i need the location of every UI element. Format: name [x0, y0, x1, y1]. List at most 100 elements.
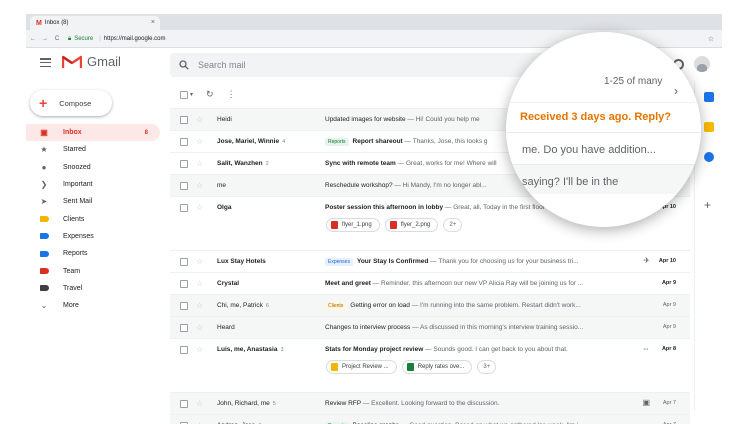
send-icon: ➤	[40, 197, 48, 207]
attachment-icon: ⇔	[642, 344, 650, 353]
email-row[interactable]: ☆ Lux Stay Hotels Expenses Your Stay Is Con…	[170, 250, 690, 272]
email-row[interactable]: ☆ Chi, me, Patrick 6 Clients Getting error o…	[170, 294, 690, 316]
row-checkbox[interactable]	[180, 257, 188, 266]
email-sender: Heidi	[217, 116, 325, 123]
sidebar-item-sent-mail[interactable]: ➤ Sent Mail	[26, 193, 160, 210]
row-checkbox[interactable]	[180, 345, 188, 354]
attachment-chip[interactable]: Reply rates ove...	[401, 360, 473, 374]
attachment-chip[interactable]: flyer_1.png	[326, 218, 380, 232]
row-checkbox[interactable]	[180, 115, 188, 124]
more-options-icon[interactable]: ⋮	[227, 89, 236, 100]
email-subject: Getting error on load	[350, 301, 410, 309]
tab-close-icon[interactable]: ×	[151, 19, 155, 26]
label-tag[interactable]: Expenses	[325, 257, 353, 266]
reply-nudge[interactable]: Received 3 days ago. Reply?	[520, 111, 671, 123]
sender-names: me	[217, 182, 227, 189]
sidebar-item-more[interactable]: ⌄ More	[26, 297, 160, 314]
inbox-icon: ▣	[40, 128, 48, 138]
sidebar-item-expenses[interactable]: Expenses	[26, 228, 160, 245]
snippet-separator: —	[361, 400, 372, 407]
attachment-chip[interactable]: 3+	[477, 360, 497, 374]
avatar[interactable]	[694, 56, 710, 72]
email-subject: Your Stay Is Confirmed	[356, 257, 429, 265]
snippet-separator: —	[428, 257, 439, 265]
star-icon[interactable]: ☆	[196, 345, 205, 354]
label-tag[interactable]: Clients	[325, 301, 347, 310]
sidebar-item-team[interactable]: Team	[26, 262, 160, 279]
calendar-icon: ▣	[642, 398, 650, 407]
sidebar-item-reports[interactable]: Reports	[26, 245, 160, 262]
sender-names: Salit, Wanzhen	[217, 160, 263, 167]
compose-button[interactable]: + Compose	[30, 90, 112, 116]
email-sender: Heard	[217, 324, 325, 331]
email-date: Apr 7	[662, 400, 676, 406]
forward-icon[interactable]: →	[40, 36, 50, 42]
snippet-separator: —	[410, 324, 421, 331]
main-menu-icon[interactable]	[40, 58, 51, 67]
email-row[interactable]: ☆ John, Richard, me 5 Review RFP — Excellen…	[170, 392, 690, 414]
plus-icon: +	[39, 95, 48, 111]
keep-icon[interactable]	[704, 122, 714, 132]
sidebar-nav: ▣ Inbox 8 ★ Starred ● Snoozed ❯ Important ➤ Sent M…	[26, 124, 160, 314]
email-snippet: Thanks, Jose, this looks g	[412, 137, 488, 145]
email-row[interactable]: ☆ Crystal Meet and greet — Reminder, this …	[170, 272, 690, 294]
sidebar-item-important[interactable]: ❯ Important	[26, 176, 160, 193]
gmail-logo[interactable]: Gmail	[62, 54, 121, 69]
star-icon[interactable]: ☆	[196, 115, 205, 124]
file-icon	[406, 363, 414, 371]
row-checkbox[interactable]	[180, 399, 188, 408]
calendar-icon[interactable]	[704, 92, 714, 102]
select-all-checkbox[interactable]: ▾	[180, 90, 193, 99]
add-addon-icon[interactable]: +	[704, 198, 711, 212]
star-icon[interactable]: ☆	[196, 323, 205, 332]
label-tag[interactable]: Reports	[325, 137, 349, 146]
sidebar-item-starred[interactable]: ★ Starred	[26, 141, 160, 158]
attachment-chip[interactable]: 2+	[443, 218, 463, 232]
page-info: 1-25 of many	[604, 76, 663, 87]
reload-icon[interactable]: C	[52, 36, 62, 42]
star-icon[interactable]: ☆	[196, 203, 205, 212]
sidebar-item-travel[interactable]: Travel	[26, 280, 160, 297]
snippet-separator: —	[409, 301, 421, 309]
search-icon[interactable]	[179, 60, 189, 70]
browser-tab[interactable]: M Inbox (8) ×	[30, 16, 160, 30]
sidebar-item-clients[interactable]: Clients	[26, 210, 160, 227]
back-icon[interactable]: ←	[28, 36, 38, 42]
email-sender: me	[217, 182, 325, 189]
row-checkbox[interactable]	[180, 323, 188, 332]
sidebar-item-inbox[interactable]: ▣ Inbox 8	[26, 124, 160, 142]
star-icon[interactable]: ☆	[196, 137, 205, 146]
row-checkbox[interactable]	[180, 137, 188, 146]
row-checkbox[interactable]	[180, 279, 188, 288]
sidebar-item-label: Clients	[63, 215, 85, 223]
bookmark-star-icon[interactable]: ☆	[708, 35, 714, 43]
attachment-chip[interactable]: Project Review ...	[326, 360, 397, 374]
email-row[interactable]: ☆ Heard Changes to interview process — As …	[170, 316, 690, 338]
tasks-icon[interactable]	[704, 152, 714, 162]
refresh-icon[interactable]: ↻	[206, 89, 214, 100]
star-icon[interactable]: ☆	[196, 159, 205, 168]
snippet-separator: —	[423, 346, 434, 353]
search-input[interactable]	[198, 60, 498, 70]
search-bar[interactable]	[170, 53, 570, 77]
attachment-name: flyer_2.png	[400, 222, 431, 228]
address-bar[interactable]: 🔒︎ Secure | https://mail.google.com	[68, 36, 165, 43]
email-row[interactable]: ☆ Luis, me, Anastasia 3 Stats for Monday pr…	[170, 338, 690, 380]
row-checkbox[interactable]	[180, 181, 188, 190]
star-icon[interactable]: ☆	[196, 257, 205, 266]
attachment-chip[interactable]: flyer_2.png	[384, 218, 439, 232]
sidebar-item-snoozed[interactable]: ● Snoozed	[26, 159, 160, 176]
row-checkbox[interactable]	[180, 159, 188, 168]
sender-names: Crystal	[217, 280, 240, 287]
sidebar-item-label: Snoozed	[63, 163, 91, 171]
star-icon[interactable]: ☆	[196, 279, 205, 288]
star-icon[interactable]: ☆	[196, 399, 205, 408]
row-checkbox[interactable]	[180, 203, 188, 212]
next-page-icon[interactable]: ›	[674, 84, 678, 98]
email-row[interactable]: ☆Andrea, Jose3ReportsBaseline graphs — G…	[170, 414, 690, 424]
row-checkbox[interactable]	[180, 301, 188, 310]
url-separator: |	[99, 36, 101, 42]
star-icon[interactable]: ☆	[196, 181, 205, 190]
email-snippet: Reminder, this afternoon our new VP Alic…	[381, 280, 584, 287]
star-icon[interactable]: ☆	[196, 301, 205, 310]
